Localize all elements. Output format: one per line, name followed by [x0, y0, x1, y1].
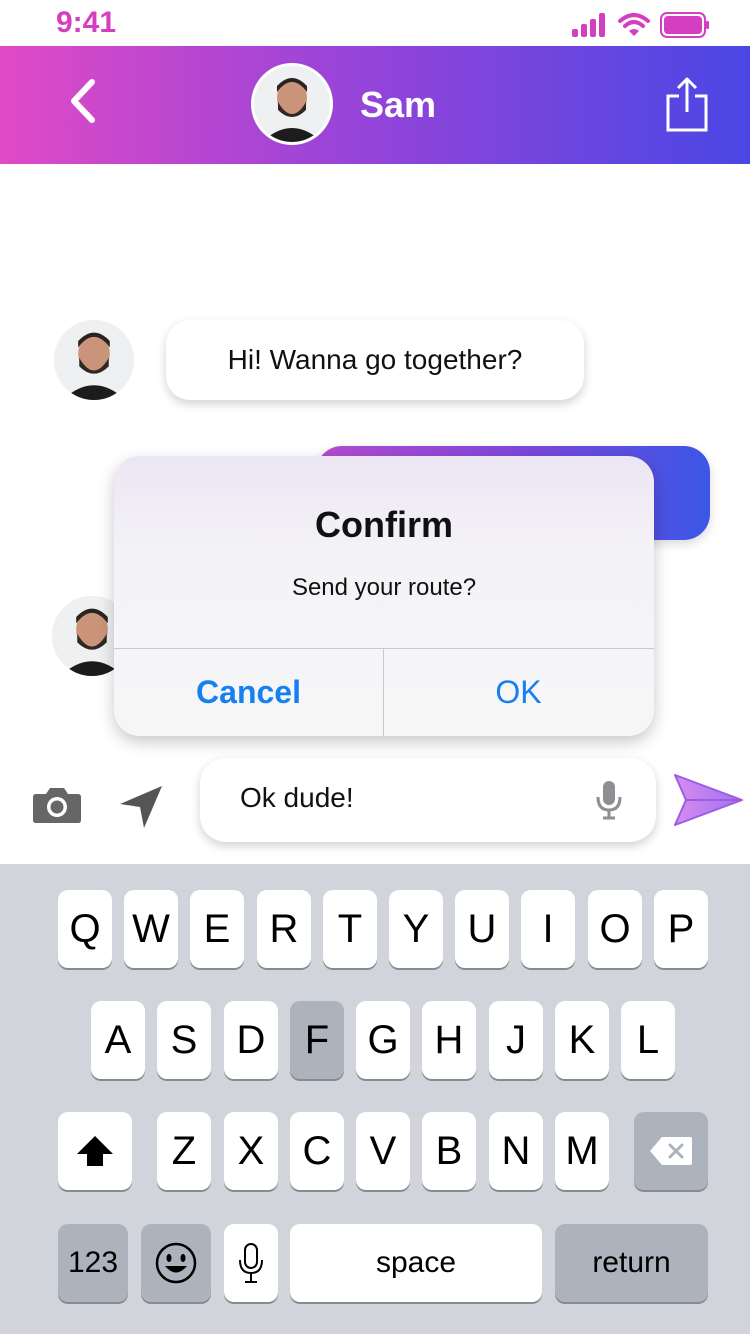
key-n[interactable]: N [489, 1112, 543, 1190]
battery-icon [660, 12, 709, 38]
status-bar: 9:41 [0, 0, 750, 46]
key-d[interactable]: D [224, 1001, 278, 1079]
key-a[interactable]: A [91, 1001, 145, 1079]
delete-key[interactable] [634, 1112, 708, 1190]
confirm-alert: Confirm Send your route? Cancel OK [114, 456, 654, 736]
key-y[interactable]: Y [389, 890, 443, 968]
keyboard: Q W E R T Y U I O P A S D F G H J K L Z … [0, 864, 750, 1334]
send-icon[interactable] [672, 772, 744, 828]
key-c[interactable]: C [290, 1112, 344, 1190]
status-time: 9:41 [56, 6, 117, 39]
key-t[interactable]: T [323, 890, 377, 968]
key-h[interactable]: H [422, 1001, 476, 1079]
key-j[interactable]: J [489, 1001, 543, 1079]
emoji-icon [155, 1242, 197, 1284]
status-icons [572, 12, 710, 38]
shift-key[interactable] [58, 1112, 132, 1190]
key-x[interactable]: X [224, 1112, 278, 1190]
alert-title: Confirm [315, 504, 453, 545]
space-key[interactable]: space [290, 1224, 542, 1302]
delete-icon [650, 1137, 692, 1165]
incoming-message-bubble[interactable]: Hi! Wanna go together? [166, 320, 584, 400]
alert-message: Send your route? [291, 574, 477, 601]
key-f[interactable]: F [290, 1001, 344, 1079]
key-b[interactable]: B [422, 1112, 476, 1190]
chat-header: Sam [0, 46, 750, 164]
wifi-icon [618, 13, 650, 36]
key-i[interactable]: I [521, 890, 575, 968]
camera-icon[interactable] [32, 784, 82, 824]
key-s[interactable]: S [157, 1001, 211, 1079]
share-icon[interactable] [664, 76, 710, 132]
microphone-icon[interactable] [596, 780, 622, 820]
contact-name: Sam [360, 84, 437, 125]
location-arrow-icon[interactable] [118, 784, 164, 830]
key-u[interactable]: U [455, 890, 509, 968]
key-o[interactable]: O [588, 890, 642, 968]
key-m[interactable]: M [555, 1112, 609, 1190]
signal-icon [572, 13, 605, 37]
dictation-key[interactable] [224, 1224, 278, 1302]
key-e[interactable]: E [190, 890, 244, 968]
numbers-key[interactable]: 123 [58, 1224, 128, 1302]
ok-button[interactable]: OK [384, 649, 653, 736]
key-r[interactable]: R [257, 890, 311, 968]
key-w[interactable]: W [124, 890, 178, 968]
key-v[interactable]: V [356, 1112, 410, 1190]
key-z[interactable]: Z [157, 1112, 211, 1190]
key-p[interactable]: P [654, 890, 708, 968]
key-q[interactable]: Q [58, 890, 112, 968]
message-avatar[interactable] [54, 320, 134, 400]
dictation-icon [239, 1243, 263, 1283]
message-input-text[interactable]: Ok dude! [240, 782, 354, 814]
shift-icon [77, 1136, 113, 1166]
key-g[interactable]: G [356, 1001, 410, 1079]
cancel-button[interactable]: Cancel [114, 649, 383, 736]
back-chevron-icon[interactable] [64, 76, 104, 126]
message-input[interactable]: Ok dude! [200, 758, 656, 842]
key-l[interactable]: L [621, 1001, 675, 1079]
contact-avatar[interactable] [251, 63, 333, 145]
key-k[interactable]: K [555, 1001, 609, 1079]
return-key[interactable]: return [555, 1224, 708, 1302]
emoji-key[interactable] [141, 1224, 211, 1302]
